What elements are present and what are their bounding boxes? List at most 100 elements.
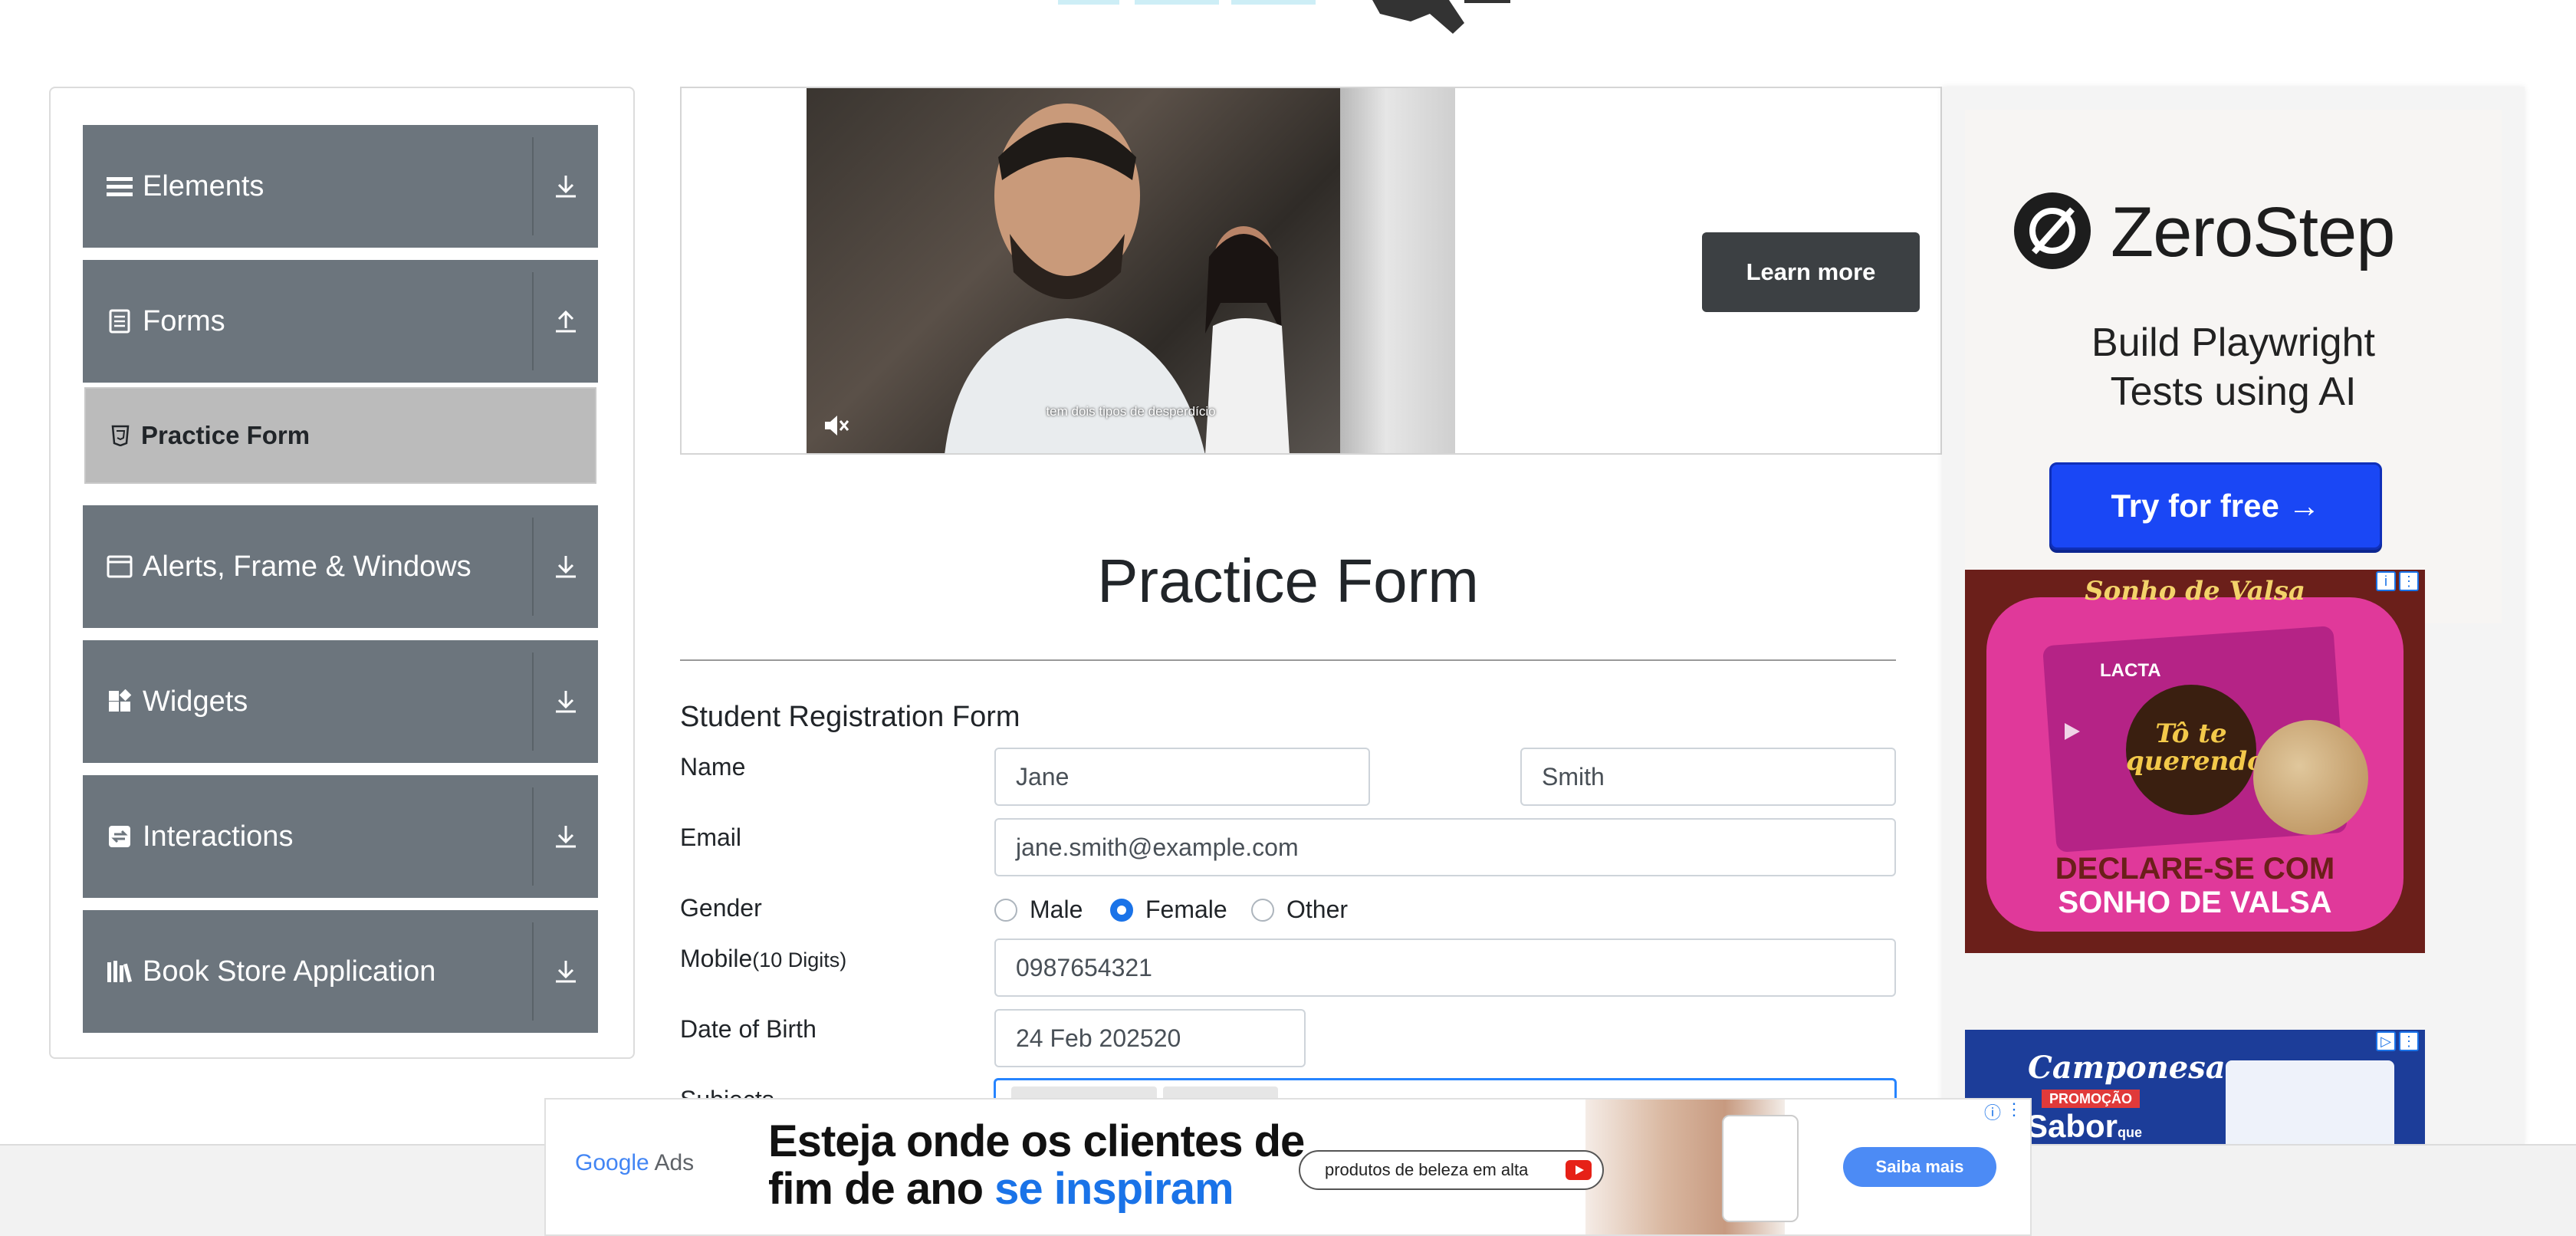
ad-headline-line: fim de ano se inspiram — [768, 1165, 1304, 1213]
mute-icon[interactable] — [820, 410, 851, 441]
google-ads-banner[interactable]: Google Ads Esteja onde os clientes de fi… — [544, 1098, 2032, 1236]
sidebar-group-label: Elements — [143, 169, 264, 202]
gender-radio-female[interactable]: Female — [1110, 896, 1227, 924]
radio-circle[interactable] — [994, 898, 1017, 922]
sidebar-group-alerts[interactable]: Alerts, Frame & Windows — [83, 505, 598, 628]
zerostep-tagline-line: Build Playwright — [2091, 321, 2375, 365]
name-label: Name — [680, 753, 746, 781]
form-title: Student Registration Form — [680, 701, 1020, 733]
sidebar: Elements Forms Practice Form Alerts, Fra… — [49, 87, 635, 1059]
ad-headline-part: fim de ano — [768, 1164, 995, 1214]
zerostep-brand: ZeroStep — [2111, 193, 2395, 271]
ad-info-icon[interactable]: ⓘ — [1984, 1100, 2001, 1124]
html5-icon — [109, 424, 132, 447]
mobile-label-text: Mobile — [680, 945, 753, 972]
sidebar-item-label: Practice Form — [141, 421, 310, 449]
zerostep-ad[interactable]: ZeroStep Build Playwright Tests using AI… — [1965, 110, 2502, 623]
camponesa-headline-text: Sabor — [2026, 1108, 2118, 1144]
ad-info-icon[interactable]: i — [2376, 571, 2396, 591]
sidebar-group-label: Alerts, Frame & Windows — [143, 550, 472, 583]
sidebar-group-forms[interactable]: Forms — [83, 260, 598, 383]
sonho-headline-line: DECLARE-SE COM — [2055, 852, 2335, 886]
radio-label: Other — [1286, 896, 1349, 923]
ad-headline-line: Esteja onde os clientes de — [768, 1116, 1305, 1166]
zerostep-tagline: Build Playwright Tests using AI — [1965, 318, 2502, 416]
zerostep-logo-icon — [2014, 192, 2091, 269]
document-icon — [106, 307, 133, 335]
sonho-script-text: Tô te querendo — [2126, 718, 2265, 775]
video-person-image — [945, 104, 1205, 453]
radio-label: Female — [1145, 896, 1227, 923]
page-title: Practice Form — [1097, 547, 1479, 615]
email-label: Email — [680, 823, 742, 851]
gender-radio-other[interactable]: Other — [1251, 896, 1348, 924]
upload-icon[interactable] — [534, 260, 598, 383]
radio-circle[interactable] — [1251, 898, 1274, 922]
date-of-birth-input[interactable]: 24 Feb 202520 — [994, 1009, 1306, 1067]
ad-controls: ▷ ⋮ — [2376, 1031, 2419, 1051]
ad-video[interactable]: tem dois tipos de desperdício — [807, 88, 1455, 453]
zerostep-tagline-line: Tests using AI — [2110, 370, 2357, 414]
right-ad-column: ZeroStep Build Playwright Tests using AI… — [1942, 87, 2525, 1145]
camponesa-brand: Camponesa — [2028, 1050, 2226, 1086]
ad-controls: i ⋮ — [2376, 571, 2419, 591]
sidebar-group-book-store[interactable]: Book Store Application — [83, 910, 598, 1033]
download-icon[interactable] — [534, 505, 598, 628]
hamburger-icon — [106, 173, 133, 200]
interactions-icon — [106, 823, 133, 850]
ad-headline: Esteja onde os clientes de fim de ano se… — [768, 1116, 1305, 1213]
saiba-mais-button[interactable]: Saiba mais — [1843, 1147, 1996, 1187]
download-icon[interactable] — [534, 910, 598, 1033]
ad-headline-highlight: se inspiram — [994, 1164, 1234, 1214]
ad-menu-icon[interactable]: ⋮ — [2399, 571, 2419, 591]
sonho-headline: DECLARE-SE COM SONHO DE VALSA — [1965, 852, 2425, 919]
email-input[interactable]: jane.smith@example.com — [994, 818, 1896, 876]
try-for-free-button[interactable]: Try for free → — [2049, 462, 2382, 550]
gender-radio-male[interactable]: Male — [994, 896, 1083, 924]
sidebar-item-practice-form[interactable]: Practice Form — [84, 387, 596, 484]
bonbon-image — [2253, 720, 2368, 835]
sonho-de-valsa-ad[interactable]: Sonho de Valsa LACTA Tô te querendo DECL… — [1965, 570, 2425, 953]
google-logo-text: Google — [575, 1150, 649, 1175]
gender-label: Gender — [680, 894, 762, 922]
promo-badge: PROMOÇÃO — [2042, 1090, 2140, 1108]
mobile-hint: (10 Digits) — [752, 948, 847, 971]
ad-menu-icon[interactable]: ⋮ — [2399, 1031, 2419, 1051]
dob-label: Date of Birth — [680, 1015, 816, 1043]
camponesa-headline-small: que — [2118, 1125, 2143, 1140]
radio-label: Male — [1030, 896, 1083, 923]
sidebar-group-label: Interactions — [143, 820, 294, 853]
ad-search-pill: produtos de beleza em alta — [1299, 1150, 1604, 1190]
video-ad-banner: tem dois tipos de desperdício Learn more — [680, 87, 1942, 455]
google-ads-logo: Google Ads — [575, 1150, 694, 1176]
window-icon — [106, 553, 133, 580]
mobile-input[interactable]: 0987654321 — [994, 939, 1896, 997]
learn-more-button[interactable]: Learn more — [1702, 232, 1920, 312]
last-name-input[interactable]: Smith — [1520, 748, 1896, 806]
sidebar-group-interactions[interactable]: Interactions — [83, 775, 598, 898]
camponesa-headline: Saborque — [2026, 1108, 2142, 1145]
download-icon[interactable] — [534, 125, 598, 248]
ad-choices-icon[interactable]: ▷ — [2376, 1031, 2396, 1051]
download-icon[interactable] — [534, 640, 598, 763]
sidebar-group-widgets[interactable]: Widgets — [83, 640, 598, 763]
ads-logo-text: Ads — [654, 1150, 695, 1175]
sidebar-group-label: Book Store Application — [143, 955, 436, 988]
ad-controls: ⓘ ⋮ — [1984, 1100, 2022, 1124]
script-line: Tô te — [2155, 718, 2227, 749]
play-icon[interactable] — [2060, 720, 2083, 743]
youtube-icon — [1566, 1160, 1592, 1180]
video-caption: tem dois tipos de desperdício — [1046, 404, 1216, 419]
video-background — [1340, 88, 1455, 453]
sidebar-group-label: Widgets — [143, 685, 248, 718]
site-logo-fragment — [1058, 0, 1510, 34]
sidebar-group-elements[interactable]: Elements — [83, 125, 598, 248]
mobile-label: Mobile(10 Digits) — [680, 945, 846, 973]
camponesa-ad[interactable]: Camponesa PROMOÇÃO Saborque — [1965, 1030, 2425, 1145]
books-icon — [106, 958, 133, 985]
ad-menu-icon[interactable]: ⋮ — [2006, 1100, 2022, 1124]
download-icon[interactable] — [534, 775, 598, 898]
first-name-input[interactable]: Jane — [994, 748, 1370, 806]
divider — [680, 659, 1896, 661]
radio-circle[interactable] — [1110, 898, 1133, 922]
